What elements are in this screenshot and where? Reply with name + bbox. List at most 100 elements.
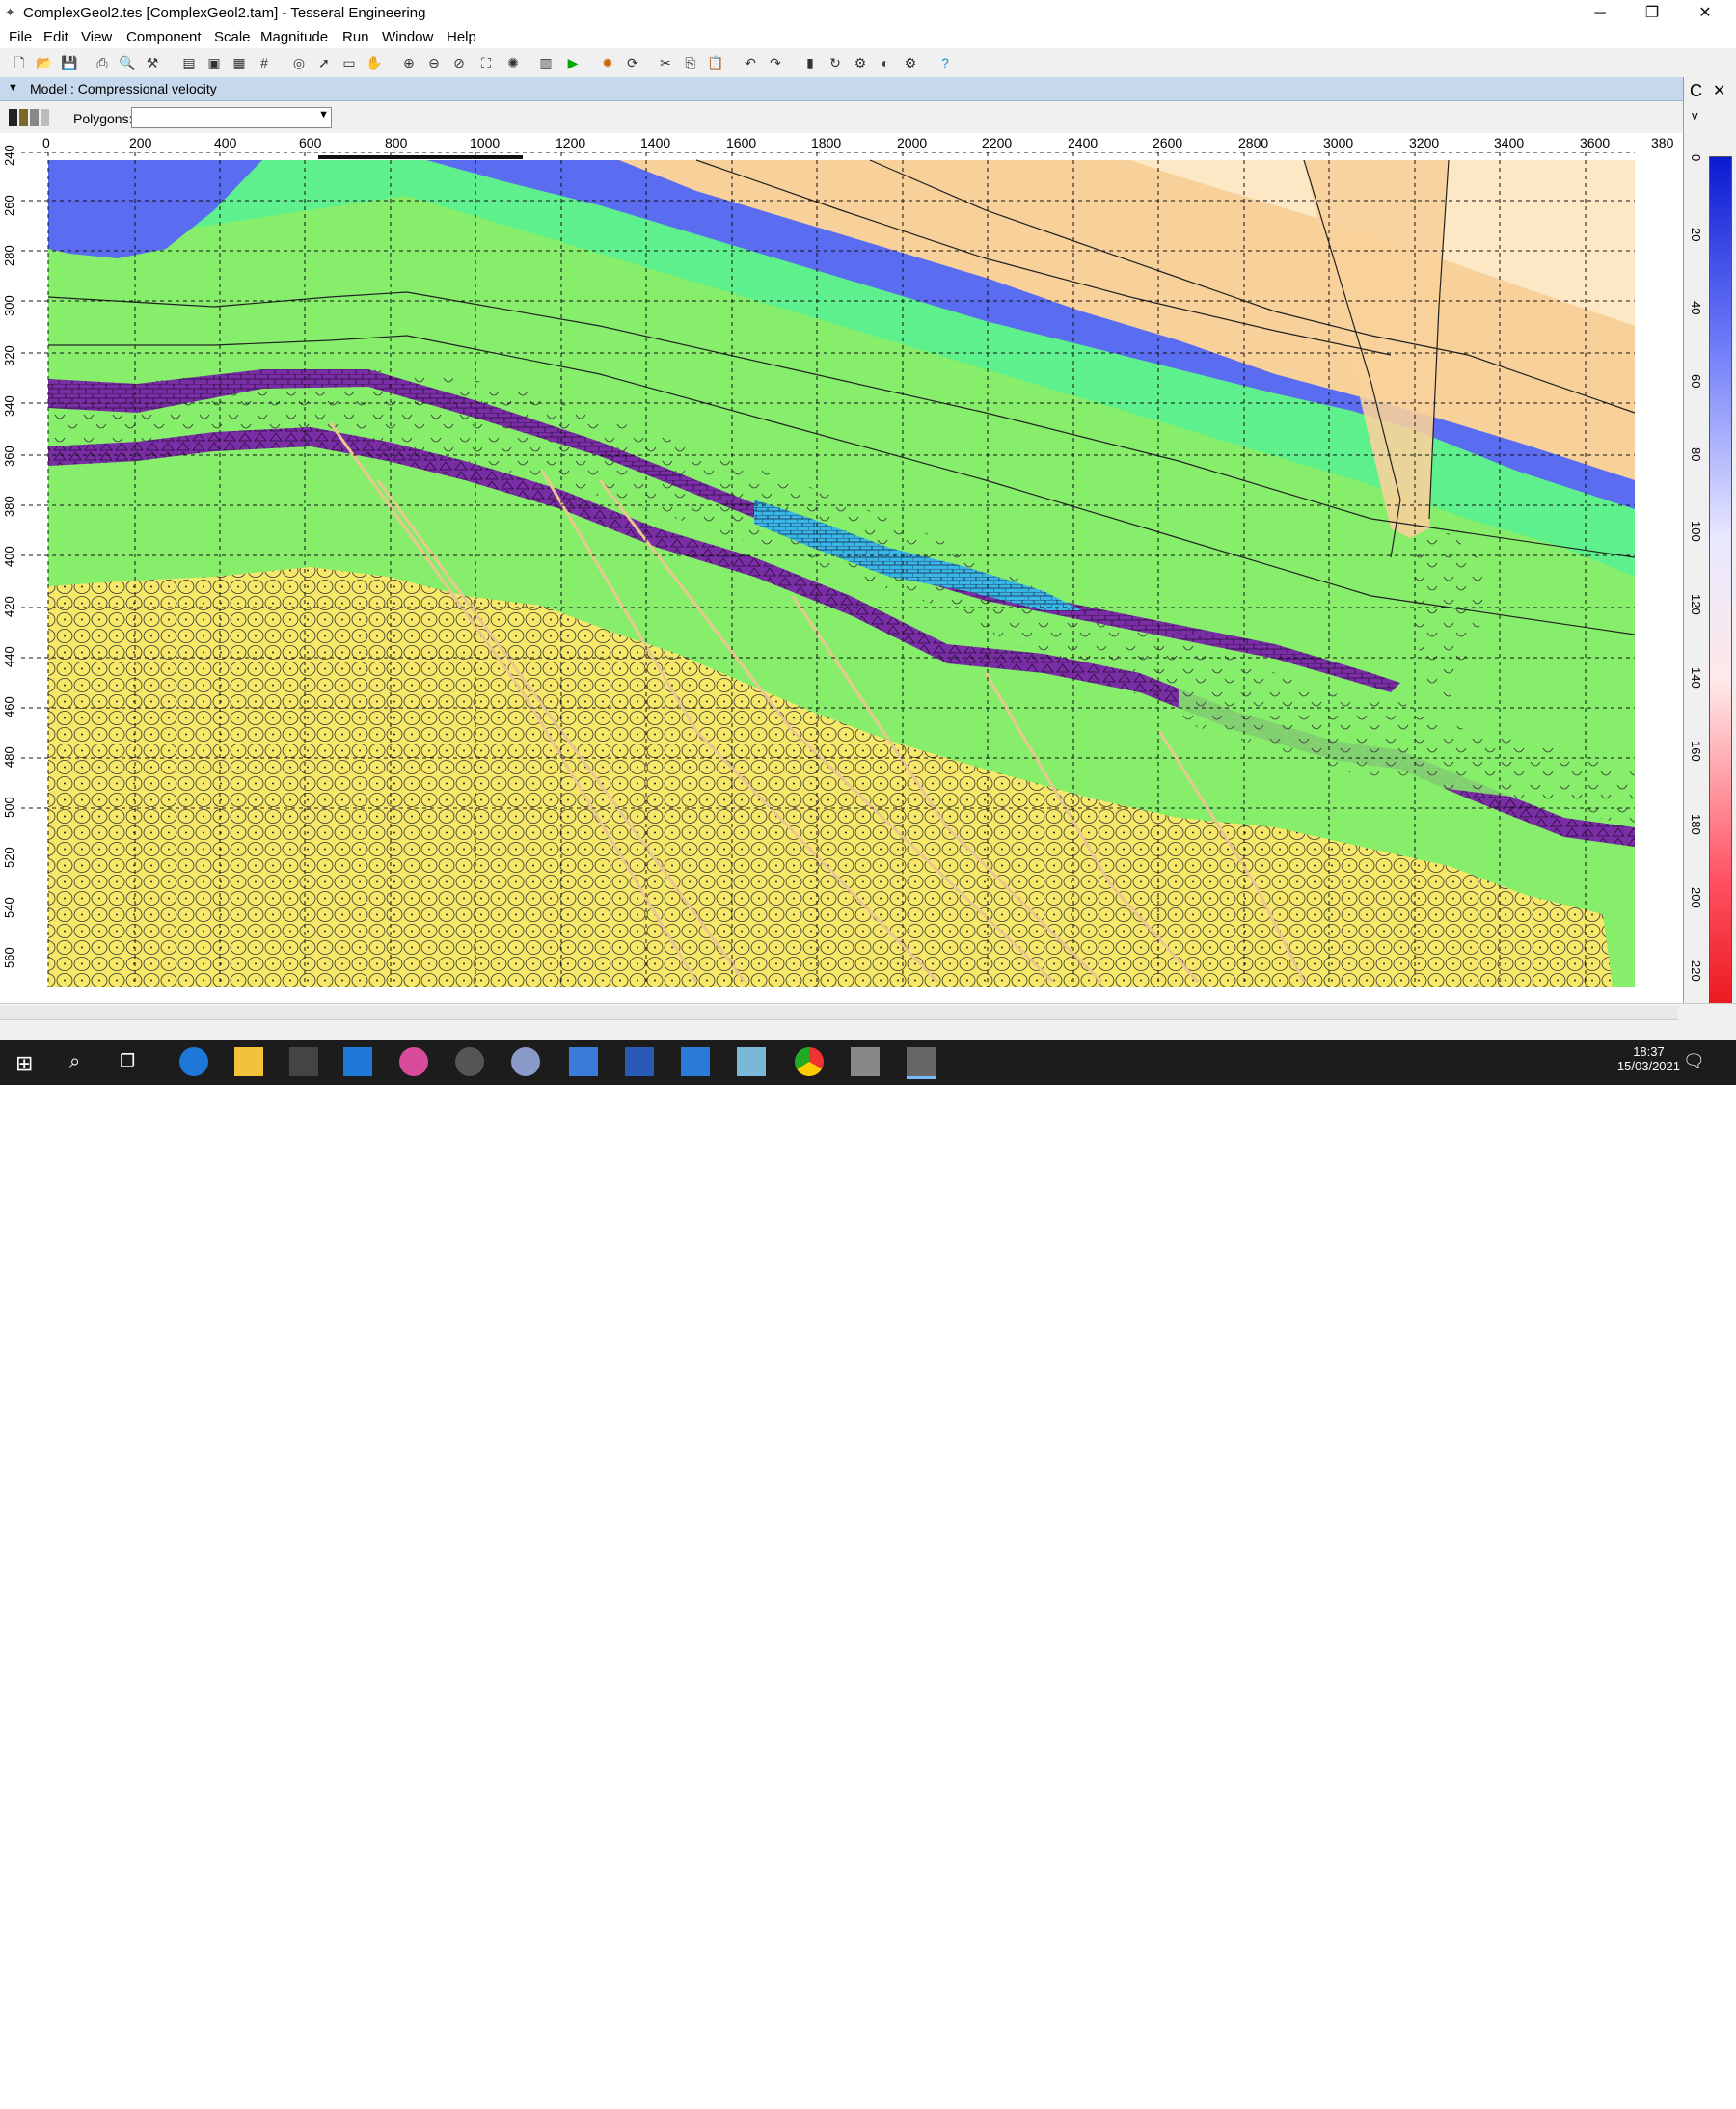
close-icon[interactable]: ✕ [1713, 81, 1725, 100]
help-icon[interactable]: ? [936, 53, 955, 72]
menu-run[interactable]: Run [342, 29, 369, 45]
new-file-icon[interactable]: 🗋 [10, 53, 29, 72]
store-icon[interactable] [289, 1047, 318, 1076]
file-explorer-icon[interactable] [234, 1047, 263, 1076]
menu-magnitude[interactable]: Magnitude [260, 29, 328, 45]
geology-model[interactable] [21, 145, 1683, 993]
undo-icon[interactable]: ↶ [741, 53, 760, 72]
language-indicator[interactable]: ENG [1560, 2095, 1587, 2109]
minimize-button[interactable]: ─ [1578, 2, 1622, 25]
settings-icon[interactable]: ⚙ [851, 53, 870, 72]
rotate-icon[interactable]: ↻ [826, 53, 845, 72]
open-folder-icon[interactable]: 📂 [35, 53, 54, 72]
ruler-y-label: 460 [2, 696, 16, 717]
app-icon[interactable] [399, 1047, 428, 1076]
app-icon[interactable] [569, 1047, 598, 1076]
swatch-icon[interactable] [30, 109, 39, 126]
menu-component[interactable]: Component [126, 29, 202, 45]
notifications-icon[interactable]: 🗨 [1683, 1051, 1705, 1071]
close-button[interactable]: ✕ [1683, 2, 1727, 25]
model-settings-icon[interactable]: ▥ [536, 53, 556, 72]
wand-icon[interactable]: ⚒ [143, 53, 162, 72]
search-icon[interactable]: ⌕ [69, 1051, 80, 1073]
paste-icon[interactable]: 📋 [706, 53, 725, 72]
frame-icon[interactable]: ▣ [204, 53, 224, 72]
color-scale-tick: 0 [1689, 154, 1703, 162]
redo-icon[interactable]: ↷ [766, 53, 785, 72]
zoom-out-icon[interactable]: ⊖ [424, 53, 444, 72]
source-icon[interactable]: ✺ [503, 53, 523, 72]
app-icon[interactable] [455, 1047, 484, 1076]
cut-icon[interactable]: ✂ [656, 53, 675, 72]
swatch-icon[interactable] [19, 109, 28, 126]
horizontal-scrollbar[interactable] [0, 1006, 1678, 1020]
maximize-button[interactable]: ❐ [1630, 2, 1674, 25]
zoom-previous-icon[interactable]: ⊘ [449, 53, 469, 72]
palette-icon[interactable]: ▮ [800, 53, 820, 72]
model-header: ▼ Model : Compressional velocity [0, 77, 1683, 101]
color-scale-icon[interactable]: ◐ [876, 53, 895, 72]
hand-icon[interactable]: ✋ [365, 53, 384, 72]
ruler-x-label: 1600 [726, 135, 757, 150]
menu-view[interactable]: View [81, 29, 112, 45]
color-scale-tick: 80 [1689, 447, 1703, 462]
model-label: Model : Compressional velocity [30, 81, 217, 96]
grid-icon[interactable]: ▦ [230, 53, 249, 72]
ruler-x-label: 2800 [1238, 135, 1269, 150]
clock[interactable]: 18:37 15/03/2021 [1617, 1044, 1680, 1073]
polygons-label: Polygons: [73, 111, 133, 126]
color-scale-tick: 140 [1689, 667, 1703, 689]
chevron-down-icon[interactable]: ▼ [318, 109, 329, 121]
run-icon[interactable]: ▶ [563, 53, 583, 72]
collapse-icon[interactable]: ▼ [8, 82, 18, 94]
ruler-x-label: 800 [385, 135, 408, 150]
menu-help[interactable]: Help [447, 29, 476, 45]
layer-icon[interactable]: ▤ [179, 53, 199, 72]
menu-window[interactable]: Window [382, 29, 433, 45]
color-scale-bar [1709, 156, 1732, 1065]
chrome-icon[interactable] [795, 1047, 824, 1076]
ruler-y-label: 480 [2, 746, 16, 768]
window-title: ComplexGeol2.tes [ComplexGeol2.tam] - Te… [23, 5, 426, 21]
start-icon[interactable]: ⊞ [15, 1051, 33, 1076]
app-icon[interactable] [737, 1047, 766, 1076]
title-bar: ✦ ComplexGeol2.tes [ComplexGeol2.tam] - … [0, 0, 1736, 27]
ruler-y-label: 320 [2, 345, 16, 366]
target-icon[interactable]: ◎ [289, 53, 309, 72]
wave-icon[interactable]: ✹ [598, 53, 617, 72]
ruler-y-label: 240 [2, 145, 16, 166]
swatch-icon[interactable] [41, 109, 49, 126]
tesseral-icon[interactable] [907, 1047, 936, 1079]
polygons-select[interactable]: ▼ [131, 107, 332, 128]
ruler-x-label: 600 [299, 135, 322, 150]
print-preview-icon[interactable]: 🔍 [118, 53, 137, 72]
print-icon[interactable]: ⎙ [93, 53, 112, 72]
numbers-icon[interactable]: # [255, 53, 274, 72]
fit-icon[interactable]: ⛶ [476, 53, 496, 72]
gear-icon[interactable]: ⚙ [901, 53, 920, 72]
task-view-icon[interactable]: ❐ [120, 1051, 135, 1071]
mail-icon[interactable] [343, 1047, 372, 1076]
select-rect-icon[interactable]: ▭ [339, 53, 359, 72]
calculator-icon[interactable] [681, 1047, 710, 1076]
color-scale-tick: 160 [1689, 741, 1703, 762]
zoom-in-icon[interactable]: ⊕ [399, 53, 419, 72]
swatch-icon[interactable] [9, 109, 17, 126]
app-icon[interactable] [511, 1047, 540, 1076]
pointer-icon[interactable]: ➚ [314, 53, 334, 72]
model-canvas[interactable] [21, 145, 1683, 993]
app-icon[interactable] [851, 1047, 880, 1076]
time: 18:37 [1633, 1044, 1665, 1059]
menu-scale[interactable]: Scale [214, 29, 251, 45]
word-icon[interactable] [625, 1047, 654, 1076]
menu-file[interactable]: File [9, 29, 32, 45]
menu-edit[interactable]: Edit [43, 29, 68, 45]
save-icon[interactable]: 💾 [60, 53, 79, 72]
ruler-y-label: 280 [2, 245, 16, 266]
edge-icon[interactable] [179, 1047, 208, 1076]
refresh-icon[interactable]: ⟳ [623, 53, 642, 72]
toolbar: 🗋 📂 💾 ⎙ 🔍 ⚒ ▤ ▣ ▦ # ◎ ➚ ▭ ✋ ⊕ ⊖ ⊘ ⛶ ✺ ▥ … [0, 48, 1736, 78]
ruler-x-label: 3200 [1409, 135, 1440, 150]
copy-icon[interactable]: ⎘ [681, 53, 700, 72]
status-bar [0, 1003, 1736, 1041]
